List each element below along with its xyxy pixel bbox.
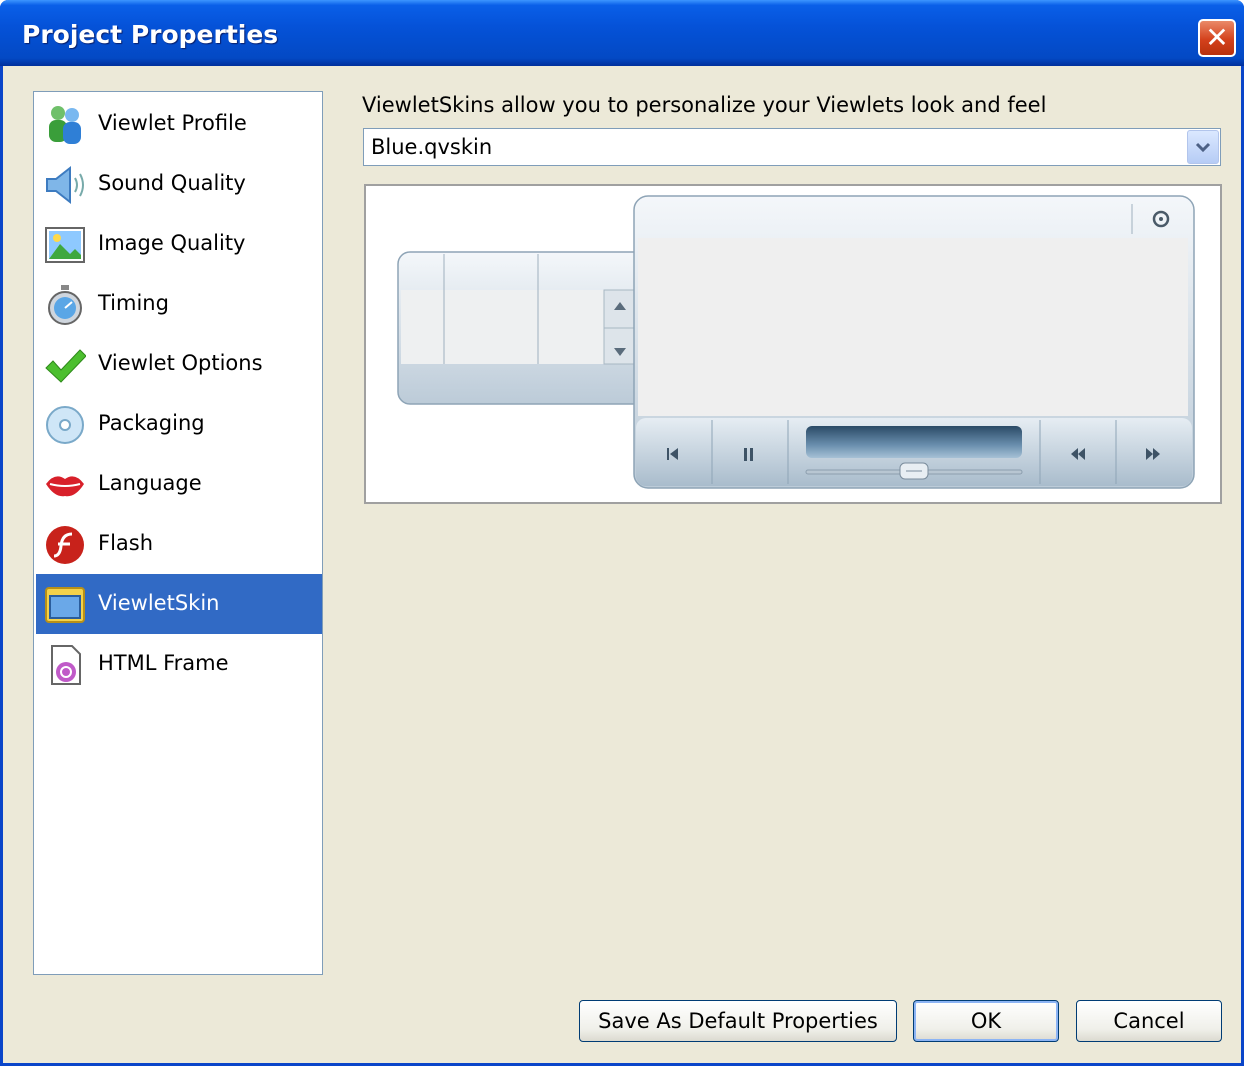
sidebar-item-language[interactable]: Language: [36, 454, 322, 514]
sidebar-item-label: HTML Frame: [98, 651, 229, 675]
sidebar-item-viewlet-profile[interactable]: Viewlet Profile: [36, 94, 322, 154]
sidebar-item-flash[interactable]: Flash: [36, 514, 322, 574]
lips-icon: [46, 476, 84, 497]
sidebar-item-viewletskin[interactable]: ViewletSkin: [36, 574, 322, 634]
users-icon: [49, 106, 81, 144]
sidebar-item-viewlet-options[interactable]: Viewlet Options: [36, 334, 322, 394]
sidebar-item-label: Packaging: [98, 411, 205, 435]
skin-preview: [364, 184, 1222, 504]
sidebar-item-label: Sound Quality: [98, 171, 246, 195]
sidebar-item-image-quality[interactable]: Image Quality: [36, 214, 322, 274]
skin-select[interactable]: Blue.qvskin: [363, 128, 1221, 166]
sidebar-item-packaging[interactable]: Packaging: [36, 394, 322, 454]
sidebar-item-label: Viewlet Profile: [98, 111, 247, 135]
disc-icon: [46, 406, 84, 444]
stopwatch-icon: [48, 285, 82, 325]
html-frame-icon: [51, 645, 81, 685]
sidebar-item-label: Flash: [98, 531, 154, 555]
sidebar-item-label: ViewletSkin: [98, 591, 220, 615]
skin-select-value: Blue.qvskin: [371, 135, 493, 159]
window-title: Project Properties: [22, 20, 279, 49]
checkmark-icon: [45, 349, 86, 383]
cancel-button[interactable]: Cancel: [1076, 1000, 1222, 1042]
close-button[interactable]: ✕: [1198, 19, 1236, 57]
sidebar-item-label: Image Quality: [98, 231, 246, 255]
skin-description: ViewletSkins allow you to personalize yo…: [362, 93, 1047, 117]
save-default-button[interactable]: Save As Default Properties: [579, 1000, 897, 1042]
speaker-icon: [46, 165, 84, 205]
sidebar-item-html-frame[interactable]: HTML Frame: [36, 634, 322, 694]
dropdown-button[interactable]: [1187, 130, 1219, 164]
toc-window-preview: [397, 251, 659, 405]
skin-window-icon: [45, 587, 85, 623]
sidebar-item-timing[interactable]: Timing: [36, 274, 322, 334]
sidebar-item-label: Viewlet Options: [98, 351, 263, 375]
title-bar[interactable]: Project Properties ✕: [0, 0, 1244, 66]
sidebar-item-sound-quality[interactable]: Sound Quality: [36, 154, 322, 214]
ok-button[interactable]: OK: [913, 1000, 1059, 1042]
chevron-down-icon: [1195, 142, 1211, 153]
skin-preview-image: [397, 195, 1195, 489]
player-window-preview: [633, 195, 1195, 489]
sidebar-item-label: Timing: [98, 291, 169, 315]
picture-icon: [45, 227, 85, 263]
flash-icon: [46, 526, 84, 564]
category-list: Viewlet Profile Sound Quality Image Qual…: [33, 91, 323, 975]
sidebar-item-label: Language: [98, 471, 202, 495]
